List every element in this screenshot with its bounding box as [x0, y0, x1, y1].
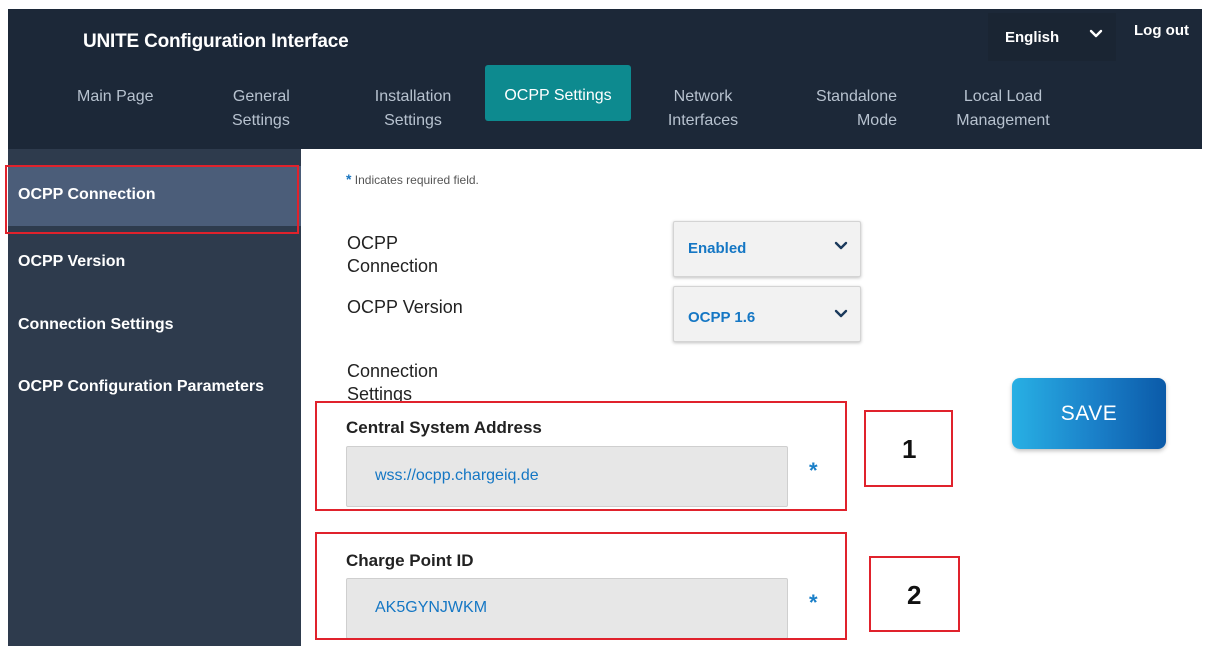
connection-settings-heading: Connection Settings [347, 360, 438, 402]
nav-ocpp-settings[interactable]: OCPP Settings [485, 65, 631, 121]
top-header: UNITE Configuration Interface English Lo… [8, 9, 1202, 149]
sidebar-item-connection-settings[interactable]: Connection Settings [8, 296, 301, 356]
nav-label: OCPP Settings [504, 87, 612, 104]
ocpp-connection-select[interactable]: Enabled [673, 221, 861, 277]
nav-main-page[interactable]: Main Page [77, 85, 154, 109]
nav-label: Network [673, 88, 733, 105]
nav-standalone-mode[interactable]: Standalone Mode [801, 85, 897, 133]
app-title: UNITE Configuration Interface [83, 31, 349, 52]
ocpp-version-select[interactable]: OCPP 1.6 [673, 286, 861, 342]
nav-label: Installation [374, 88, 452, 105]
nav-network-interfaces[interactable]: Network Interfaces [660, 85, 746, 133]
language-label: English [1005, 29, 1060, 46]
config-page: UNITE Configuration Interface English Lo… [0, 0, 1214, 646]
nav-label: General [232, 88, 290, 105]
nav-label: Settings [232, 112, 290, 129]
nav-label: Settings [384, 112, 442, 129]
sidebar-item-ocpp-configuration-parameters[interactable]: OCPP Configuration Parameters [8, 358, 301, 418]
label-line: Connection [347, 256, 439, 276]
nav-installation-settings[interactable]: Installation Settings [368, 85, 458, 133]
sidebar-item-ocpp-version[interactable]: OCPP Version [8, 233, 301, 293]
sidebar-item-label: OCPP Configuration Parameters [18, 378, 264, 395]
sidebar-item-label: Connection Settings [18, 316, 174, 333]
callout-box-2: 2 [869, 556, 960, 632]
select-value: OCPP 1.6 [688, 309, 756, 326]
save-button[interactable]: SAVE [1012, 378, 1166, 449]
required-field-note: * Indicates required field. [346, 171, 479, 187]
nav-label: Management [956, 112, 1050, 129]
callout-number: 2 [907, 580, 922, 610]
sidebar-item-label: OCPP Version [18, 253, 126, 270]
chevron-down-icon [834, 241, 848, 250]
label-line: OCPP [347, 233, 399, 253]
chevron-down-icon [1089, 29, 1103, 38]
highlight-box-sidebar [5, 165, 299, 234]
label-line: Settings [347, 384, 413, 402]
nav-label: Main Page [77, 88, 154, 105]
nav-label: Mode [856, 112, 897, 129]
select-value: Enabled [688, 240, 747, 257]
save-button-label: SAVE [1060, 402, 1118, 425]
nav-local-load-management[interactable]: Local Load Management [947, 85, 1059, 133]
nav-general-settings[interactable]: General Settings [232, 85, 290, 133]
chevron-down-icon [834, 309, 848, 318]
ocpp-connection-label: OCPP Connection [347, 232, 438, 278]
language-selector[interactable]: English [988, 13, 1116, 61]
nav-label: Local Load [963, 88, 1043, 105]
required-note-text: Indicates required field. [354, 173, 479, 187]
logout-link[interactable]: Log out [1134, 22, 1189, 39]
required-star: * [346, 171, 352, 187]
callout-box-1: 1 [864, 410, 953, 487]
highlight-box-charge-point [315, 532, 847, 640]
ocpp-version-label: OCPP Version [347, 297, 463, 317]
nav-label: Standalone [816, 88, 897, 105]
callout-number: 1 [902, 434, 917, 464]
nav-label: Interfaces [667, 112, 739, 129]
label-line: Connection [347, 361, 439, 381]
highlight-box-central-address [315, 401, 847, 511]
